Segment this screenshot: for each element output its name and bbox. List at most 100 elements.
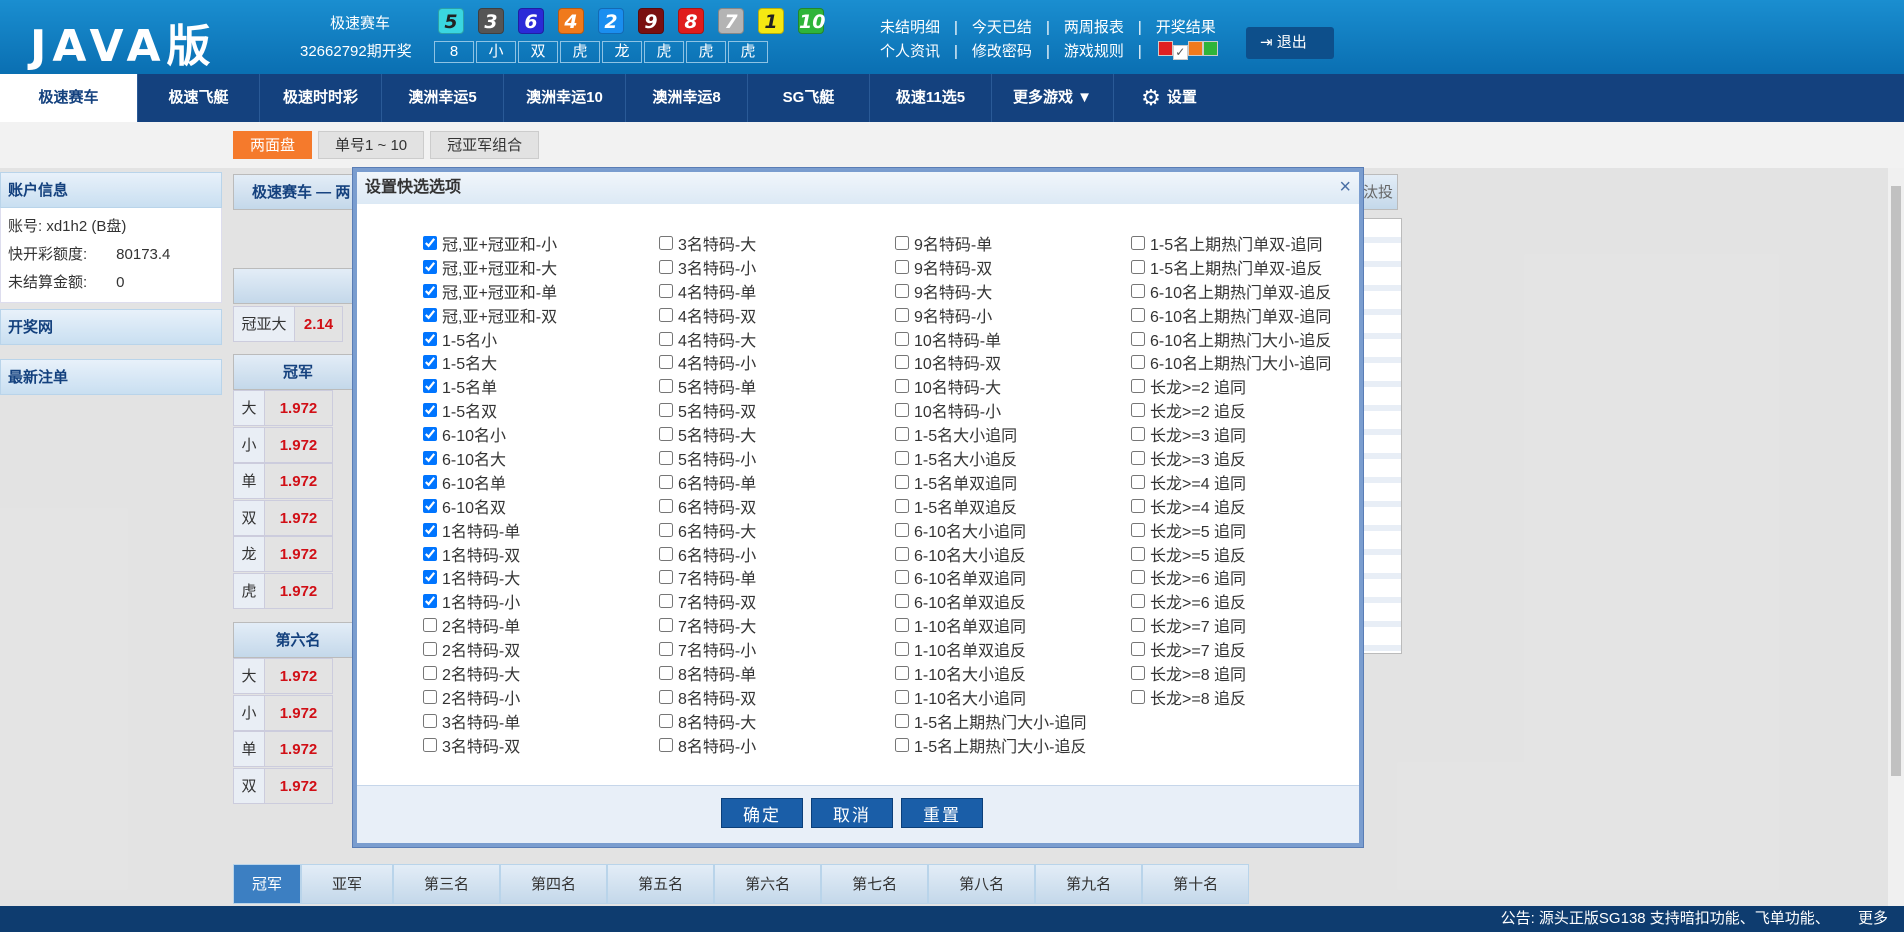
option-checkbox[interactable]: [659, 713, 673, 728]
header-link[interactable]: 游戏规则: [1064, 40, 1124, 64]
option-checkbox[interactable]: [1131, 355, 1145, 370]
quick-select-option[interactable]: 5名特码-大: [659, 422, 895, 446]
option-checkbox[interactable]: [423, 570, 437, 585]
option-checkbox[interactable]: [659, 642, 673, 657]
quick-select-option[interactable]: 1-5名单双追反: [895, 494, 1131, 518]
quick-select-option[interactable]: 3名特码-单: [423, 709, 659, 733]
quick-select-option[interactable]: 1-5名上期热门大小-追反: [895, 733, 1131, 757]
option-checkbox[interactable]: [895, 498, 909, 513]
option-checkbox[interactable]: [1131, 235, 1145, 250]
header-link[interactable]: 今天已结: [972, 16, 1032, 40]
header-link[interactable]: 两周报表: [1064, 16, 1124, 40]
option-checkbox[interactable]: [895, 379, 909, 394]
quick-select-option[interactable]: 1-5名大: [423, 350, 659, 374]
quick-select-option[interactable]: 6名特码-双: [659, 494, 895, 518]
quick-select-option[interactable]: 长龙>=8 追反: [1131, 685, 1367, 709]
quick-select-option[interactable]: 冠,亚+冠亚和-大: [423, 255, 659, 279]
option-checkbox[interactable]: [423, 498, 437, 513]
quick-select-option[interactable]: 长龙>=4 追反: [1131, 494, 1367, 518]
quick-select-option[interactable]: 1-5名小: [423, 327, 659, 351]
option-checkbox[interactable]: [895, 689, 909, 704]
option-checkbox[interactable]: [1131, 331, 1145, 346]
quick-select-option[interactable]: 6-10名大小追反: [895, 542, 1131, 566]
option-checkbox[interactable]: [423, 403, 437, 418]
quick-select-option[interactable]: 6-10名上期热门大小-追同: [1131, 350, 1367, 374]
quick-select-option[interactable]: 1-5名上期热门大小-追同: [895, 709, 1131, 733]
option-checkbox[interactable]: [1131, 594, 1145, 609]
quick-select-option[interactable]: 长龙>=3 追反: [1131, 446, 1367, 470]
position-tab[interactable]: 第八名: [928, 864, 1036, 904]
header-link[interactable]: 修改密码: [972, 40, 1032, 64]
quick-select-option[interactable]: 6名特码-大: [659, 518, 895, 542]
option-checkbox[interactable]: [423, 355, 437, 370]
option-checkbox[interactable]: [895, 570, 909, 585]
option-checkbox[interactable]: [895, 665, 909, 680]
quick-select-option[interactable]: 9名特码-单: [895, 231, 1131, 255]
nav-tab[interactable]: 极速时时彩: [260, 74, 382, 122]
reset-button[interactable]: 重置: [901, 798, 983, 828]
quick-select-option[interactable]: 3名特码-大: [659, 231, 895, 255]
option-checkbox[interactable]: [423, 331, 437, 346]
option-checkbox[interactable]: [895, 618, 909, 633]
option-checkbox[interactable]: [423, 450, 437, 465]
quick-select-option[interactable]: 6-10名大小追同: [895, 518, 1131, 542]
quick-select-option[interactable]: 1-5名大小追反: [895, 446, 1131, 470]
quick-select-option[interactable]: 3名特码-小: [659, 255, 895, 279]
nav-tab[interactable]: 更多游戏 ▼: [992, 74, 1114, 122]
option-checkbox[interactable]: [1131, 283, 1145, 298]
option-checkbox[interactable]: [659, 570, 673, 585]
option-checkbox[interactable]: [895, 642, 909, 657]
option-checkbox[interactable]: [1131, 379, 1145, 394]
quick-select-option[interactable]: 1-10名单双追同: [895, 613, 1131, 637]
quick-select-option[interactable]: 冠,亚+冠亚和-单: [423, 279, 659, 303]
option-checkbox[interactable]: [895, 522, 909, 537]
option-checkbox[interactable]: [895, 355, 909, 370]
odds-row[interactable]: 小 1.972: [233, 426, 333, 463]
option-checkbox[interactable]: [659, 498, 673, 513]
option-checkbox[interactable]: [1131, 307, 1145, 322]
quick-select-option[interactable]: 4名特码-大: [659, 327, 895, 351]
position-tab[interactable]: 第十名: [1142, 864, 1250, 904]
option-checkbox[interactable]: [659, 307, 673, 322]
option-checkbox[interactable]: [423, 665, 437, 680]
odds-row[interactable]: 小 1.972: [233, 694, 333, 731]
option-checkbox[interactable]: [1131, 642, 1145, 657]
position-tab[interactable]: 第四名: [500, 864, 608, 904]
quick-select-option[interactable]: 9名特码-大: [895, 279, 1131, 303]
odds-row[interactable]: 大 1.972: [233, 658, 333, 694]
option-checkbox[interactable]: [895, 737, 909, 752]
quick-select-option[interactable]: 1-5名单双追同: [895, 470, 1131, 494]
notice-more-link[interactable]: 更多: [1858, 910, 1888, 927]
quick-select-option[interactable]: 6-10名双: [423, 494, 659, 518]
nav-tab[interactable]: SG飞艇: [748, 74, 870, 122]
quick-select-option[interactable]: 10名特码-大: [895, 374, 1131, 398]
option-checkbox[interactable]: [659, 474, 673, 489]
option-checkbox[interactable]: [895, 427, 909, 442]
quick-select-option[interactable]: 2名特码-小: [423, 685, 659, 709]
theme-swatch[interactable]: [1157, 41, 1173, 56]
option-checkbox[interactable]: [1131, 450, 1145, 465]
quick-select-option[interactable]: 6名特码-小: [659, 542, 895, 566]
quick-select-option[interactable]: 6-10名上期热门单双-追反: [1131, 279, 1367, 303]
quick-select-option[interactable]: 10名特码-双: [895, 350, 1131, 374]
option-checkbox[interactable]: [659, 259, 673, 274]
quick-select-option[interactable]: 8名特码-双: [659, 685, 895, 709]
option-checkbox[interactable]: [1131, 689, 1145, 704]
option-checkbox[interactable]: [423, 737, 437, 752]
quick-select-option[interactable]: 长龙>=6 追同: [1131, 565, 1367, 589]
position-tab[interactable]: 第七名: [821, 864, 929, 904]
option-checkbox[interactable]: [423, 594, 437, 609]
option-checkbox[interactable]: [895, 331, 909, 346]
odds-row[interactable]: 双 1.972: [233, 499, 333, 536]
quick-select-option[interactable]: 冠,亚+冠亚和-双: [423, 303, 659, 327]
odds-row[interactable]: 大 1.972: [233, 390, 333, 426]
nav-settings[interactable]: ⚙ 设置: [1114, 74, 1224, 122]
quick-select-option[interactable]: 长龙>=5 追反: [1131, 542, 1367, 566]
quick-select-option[interactable]: 长龙>=2 追同: [1131, 374, 1367, 398]
quick-select-option[interactable]: 4名特码-双: [659, 303, 895, 327]
theme-swatch[interactable]: [1202, 41, 1218, 56]
option-checkbox[interactable]: [423, 379, 437, 394]
nav-tab[interactable]: 澳洲幸运8: [626, 74, 748, 122]
quick-select-option[interactable]: 9名特码-小: [895, 303, 1131, 327]
option-checkbox[interactable]: [659, 331, 673, 346]
